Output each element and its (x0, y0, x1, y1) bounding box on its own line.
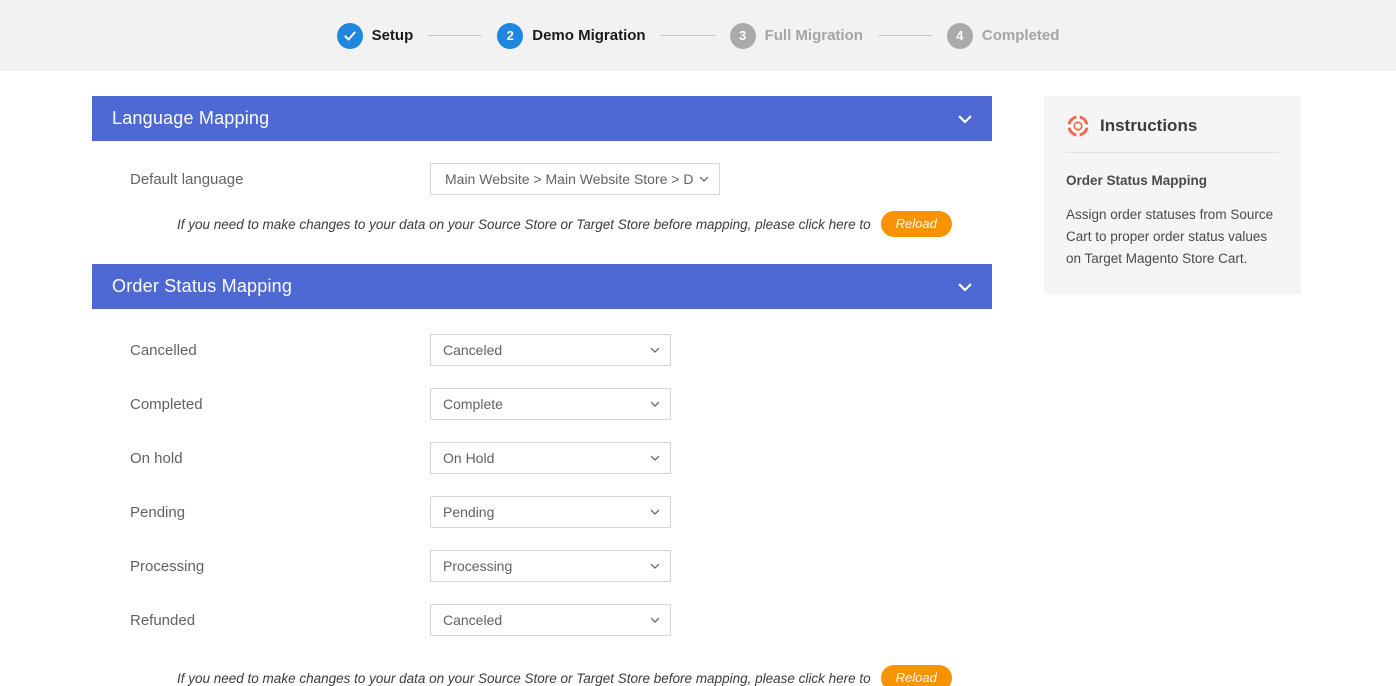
order-status-source-label: Cancelled (130, 341, 197, 359)
order-status-select[interactable]: Pending (430, 496, 671, 528)
language-mapping-header[interactable]: Language Mapping (92, 96, 992, 141)
order-status-select-wrap: Pending (430, 496, 671, 528)
order-status-source-label: On hold (130, 449, 183, 467)
order-status-mapping-panel: Order Status Mapping Cancelled Canceled Co… (92, 264, 992, 686)
order-status-select-wrap: Complete (430, 388, 671, 420)
stepper-label-full-migration: Full Migration (764, 27, 863, 44)
instructions-sidebar: Instructions Order Status Mapping Assign… (1044, 96, 1301, 294)
order-status-select[interactable]: Canceled (430, 334, 671, 366)
order-status-source-label: Refunded (130, 611, 196, 629)
stepper-label-completed: Completed (981, 27, 1060, 44)
order-status-mapping-header[interactable]: Order Status Mapping (92, 264, 992, 309)
stepper-number-demo-migration: 2 (497, 22, 524, 49)
default-language-row: Default language Main Website > Main Web… (92, 151, 992, 207)
instructions-title: Instructions (1100, 116, 1198, 135)
language-mapping-title: Language Mapping (112, 108, 270, 128)
page-content: Language Mapping Default language Main W… (0, 71, 1396, 686)
order-status-select[interactable]: Complete (430, 388, 671, 420)
language-mapping-panel: Language Mapping Default language Main W… (92, 96, 992, 237)
order-status-select-wrap: Canceled (430, 604, 671, 636)
order-status-mapping-title: Order Status Mapping (112, 276, 293, 296)
order-status-mapping-body: Cancelled Canceled Completed Complete On hol… (92, 323, 992, 686)
default-language-select[interactable]: Main Website > Main Website Store > Defa… (430, 163, 720, 195)
reload-button-order-status[interactable]: Reload (880, 665, 952, 686)
order-status-select-wrap: On Hold (430, 442, 671, 474)
stepper-connector (877, 35, 932, 36)
reload-button-language[interactable]: Reload (880, 211, 952, 237)
order-status-select[interactable]: Canceled (430, 604, 671, 636)
stepper-label-setup: Setup (371, 27, 414, 44)
language-mapping-note: If you need to make changes to your data… (92, 211, 992, 237)
instructions-panel: Instructions Order Status Mapping Assign… (1044, 96, 1301, 294)
order-status-row: Cancelled Canceled (92, 323, 992, 377)
order-status-rows: Cancelled Canceled Completed Complete On hol… (92, 323, 992, 647)
stepper-number-full-migration: 3 (729, 22, 756, 49)
language-mapping-body: Default language Main Website > Main Web… (92, 151, 992, 237)
instructions-header: Instructions (1066, 114, 1279, 153)
instructions-body: Assign order statuses from Source Cart t… (1066, 207, 1274, 266)
order-status-select[interactable]: Processing (430, 550, 671, 582)
order-status-mapping-note-text: If you need to make changes to your data… (177, 670, 871, 686)
stepper-number-completed: 4 (946, 22, 973, 49)
check-icon (336, 22, 363, 49)
chevron-down-icon[interactable] (956, 278, 974, 296)
stepper-step-full-migration[interactable]: 3 Full Migration (729, 22, 863, 49)
order-status-select[interactable]: On Hold (430, 442, 671, 474)
lifebuoy-icon (1066, 114, 1090, 138)
order-status-source-label: Completed (130, 395, 203, 413)
order-status-source-label: Pending (130, 503, 186, 521)
order-status-row: Processing Processing (92, 539, 992, 593)
chevron-down-icon[interactable] (956, 110, 974, 128)
language-mapping-note-text: If you need to make changes to your data… (177, 216, 871, 232)
order-status-row: Completed Complete (92, 377, 992, 431)
order-status-row: Refunded Canceled (92, 593, 992, 647)
default-language-select-wrap: Main Website > Main Website Store > Defa… (430, 163, 720, 195)
stepper-step-setup[interactable]: Setup (336, 22, 414, 49)
main-column: Language Mapping Default language Main W… (92, 96, 992, 686)
order-status-row: Pending Pending (92, 485, 992, 539)
stepper-label-demo-migration: Demo Migration (532, 27, 646, 44)
instructions-subtitle: Order Status Mapping (1066, 173, 1208, 188)
default-language-label: Default language (130, 170, 244, 188)
stepper-step-demo-migration[interactable]: 2 Demo Migration (497, 22, 646, 49)
stepper-step-completed[interactable]: 4 Completed (946, 22, 1060, 49)
stepper-connector (660, 35, 715, 36)
order-status-source-label: Processing (130, 557, 205, 575)
progress-stepper: Setup 2 Demo Migration 3 Full Migration 4 Comp… (336, 22, 1060, 49)
order-status-select-wrap: Processing (430, 550, 671, 582)
progress-stepper-bar: Setup 2 Demo Migration 3 Full Migration 4 Comp… (0, 0, 1396, 71)
order-status-row: On hold On Hold (92, 431, 992, 485)
stepper-connector (428, 35, 483, 36)
order-status-mapping-note: If you need to make changes to your data… (92, 665, 992, 686)
order-status-select-wrap: Canceled (430, 334, 671, 366)
